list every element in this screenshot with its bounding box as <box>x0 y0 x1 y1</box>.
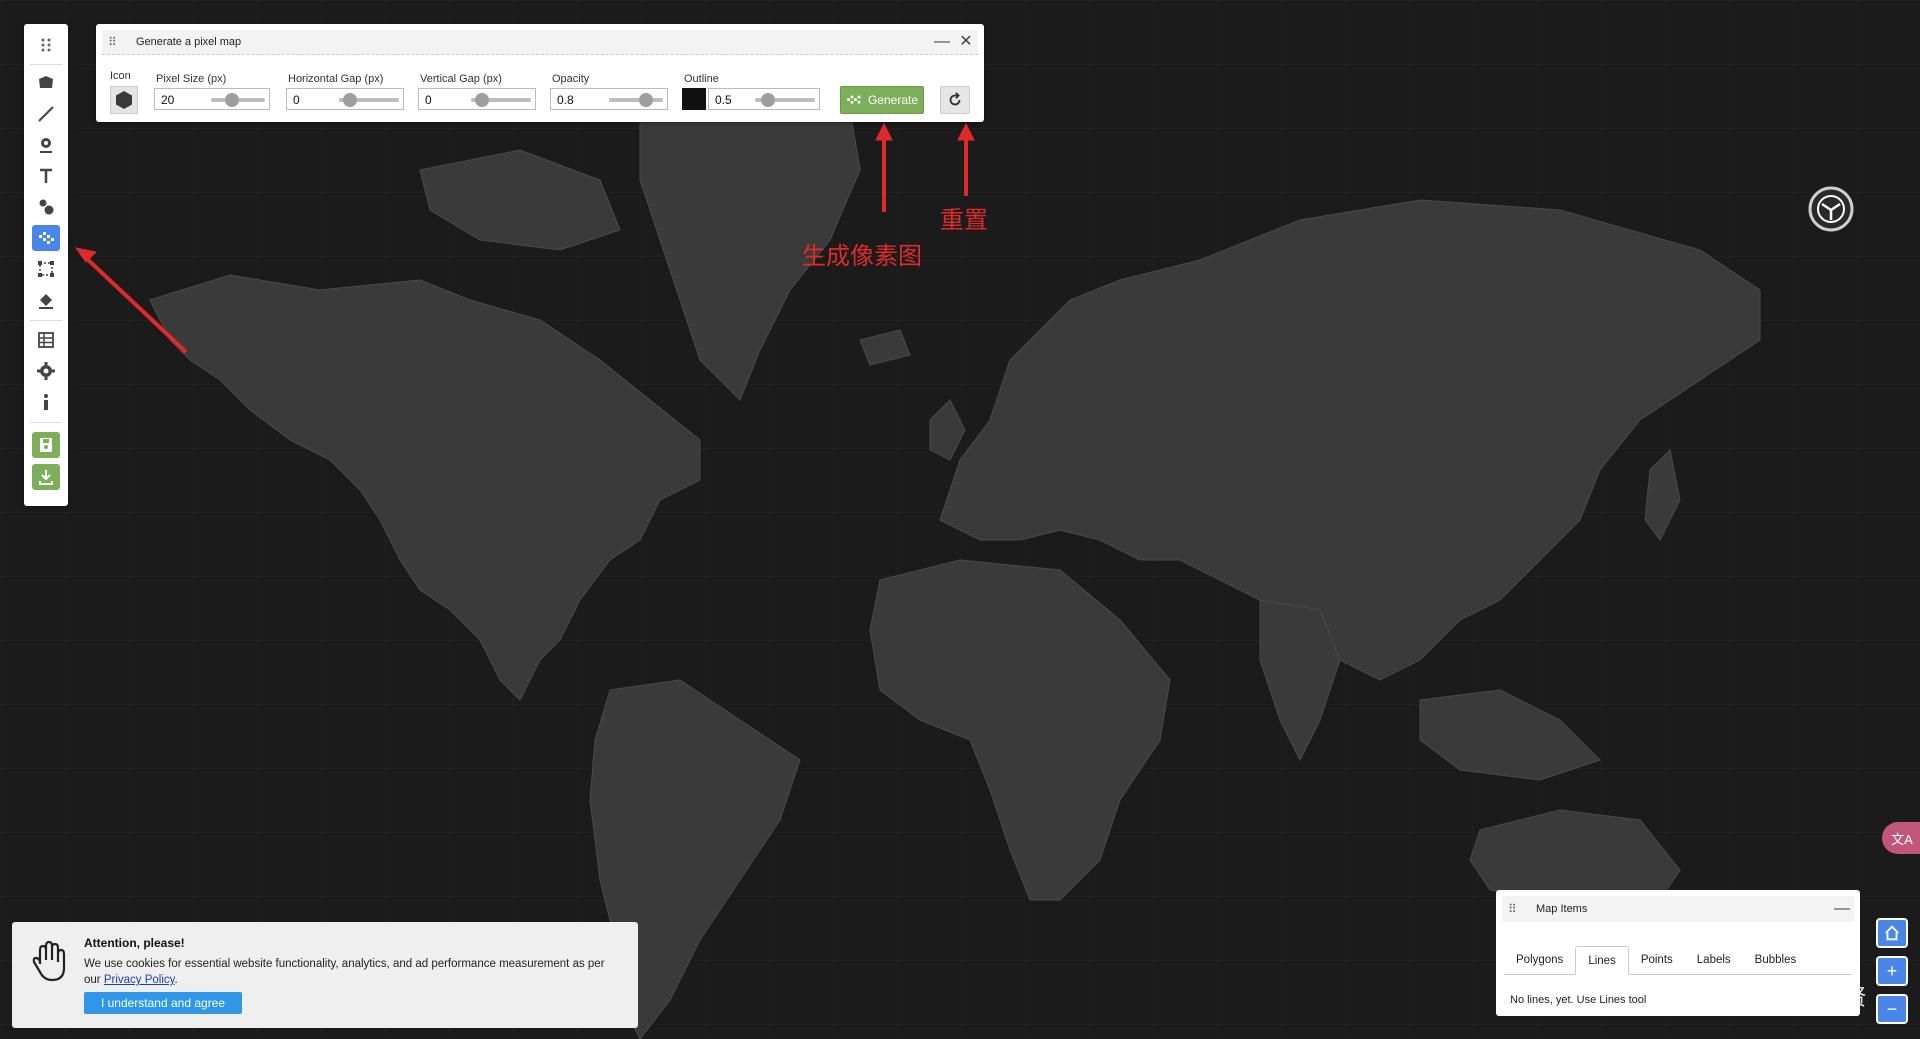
cookie-banner: Attention, please! We use cookies for es… <box>12 922 638 1028</box>
minimize-icon[interactable]: — <box>1830 901 1854 917</box>
map-items-header[interactable]: ⠿ Map Items — <box>1502 896 1854 922</box>
home-button[interactable] <box>1876 918 1908 948</box>
tab-bubbles[interactable]: Bubbles <box>1743 946 1809 974</box>
tab-polygons[interactable]: Polygons <box>1504 946 1575 974</box>
translate-button[interactable]: 文A <box>1882 822 1920 854</box>
zoom-in-icon: + <box>1886 960 1898 981</box>
generate-annotation: 生成像素图 <box>802 242 922 270</box>
cookie-title: Attention, please! <box>84 936 185 950</box>
waving-hand-icon <box>32 940 66 982</box>
watermark: 掘金技术社区 @ 何贤 <box>1656 985 1867 1010</box>
annotation-arrows <box>74 122 975 354</box>
zoom-out-button[interactable]: − <box>1876 994 1908 1024</box>
tab-labels[interactable]: Labels <box>1685 946 1743 974</box>
translate-icon: 文A <box>1891 831 1913 847</box>
tab-lines[interactable]: Lines <box>1575 946 1629 975</box>
reset-annotation: 重置 <box>940 206 988 234</box>
map-items-title: Map Items <box>1536 903 1588 915</box>
zoom-in-button[interactable]: + <box>1876 956 1908 986</box>
zoom-out-icon: − <box>1886 998 1898 1019</box>
map-items-tabs: Polygons Lines Points Labels Bubbles <box>1504 946 1852 975</box>
tab-points[interactable]: Points <box>1629 946 1685 974</box>
privacy-policy-link[interactable]: Privacy Policy <box>104 974 175 986</box>
cookie-text: We use cookies for essential website fun… <box>84 956 624 988</box>
drag-handle-icon[interactable]: ⠿ <box>1508 902 1522 916</box>
cookie-text-end: . <box>174 974 178 986</box>
assistant-logo-icon[interactable] <box>1808 186 1854 232</box>
home-icon <box>1885 925 1899 941</box>
accept-cookies-button[interactable]: I understand and agree <box>84 992 242 1014</box>
